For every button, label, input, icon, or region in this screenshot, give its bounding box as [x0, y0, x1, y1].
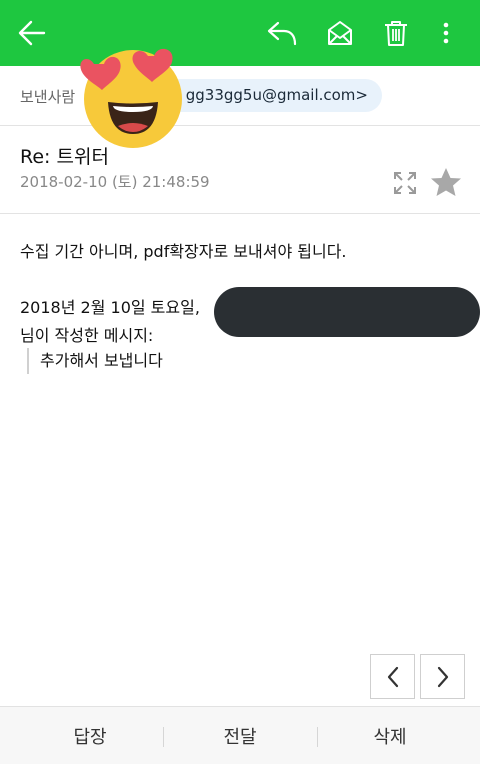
- quoted-text: 추가해서 보냅니다: [27, 348, 163, 374]
- more-options-button[interactable]: [426, 0, 466, 66]
- more-vertical-icon: [443, 22, 449, 44]
- mark-read-button[interactable]: [316, 0, 364, 66]
- arrow-left-icon: [18, 20, 46, 46]
- chevron-right-icon: [437, 666, 448, 687]
- sender-label: 보낸사람: [20, 88, 76, 106]
- trash-icon: [385, 21, 407, 46]
- reply-toolbar-button[interactable]: [258, 0, 306, 66]
- redacted-name: [214, 287, 480, 337]
- quote-header: 2018년 2월 10일 토요일,: [20, 298, 200, 317]
- next-email-button[interactable]: [420, 654, 465, 699]
- reply-icon: [267, 21, 297, 46]
- quote-author-line: 님이 작성한 메시지:: [20, 326, 154, 345]
- chevron-left-icon: [387, 666, 398, 687]
- previous-email-button[interactable]: [370, 654, 415, 699]
- email-date: 2018-02-10 (토) 21:48:59: [20, 173, 210, 191]
- delete-toolbar-button[interactable]: [372, 0, 420, 66]
- top-toolbar: [0, 0, 480, 66]
- delete-button[interactable]: 삭제: [310, 707, 470, 764]
- body-text: 수집 기간 아니며, pdf확장자로 보내셔야 됩니다.: [20, 242, 347, 261]
- forward-button[interactable]: 전달: [160, 707, 320, 764]
- email-subject: Re: 트위터: [20, 146, 109, 168]
- back-button[interactable]: [8, 0, 56, 66]
- sender-row: 보낸사람 gg33gg5u@gmail.com>: [0, 66, 480, 126]
- reply-button[interactable]: 답장: [10, 707, 170, 764]
- bottom-action-bar: 답장 전달 삭제: [0, 706, 480, 764]
- envelope-open-icon: [328, 21, 352, 45]
- star-icon[interactable]: [430, 167, 462, 197]
- expand-icon[interactable]: [392, 170, 418, 196]
- subject-area: Re: 트위터 2018-02-10 (토) 21:48:59: [0, 126, 480, 214]
